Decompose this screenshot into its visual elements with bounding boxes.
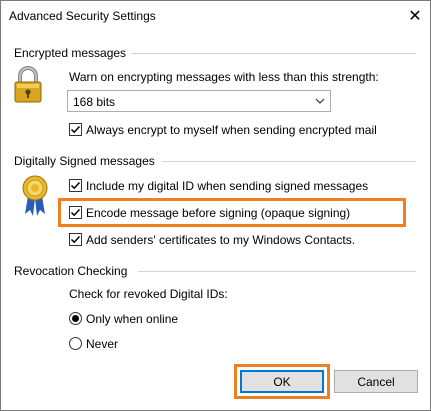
only-when-online-label: Only when online [86, 312, 179, 326]
encryption-strength-select[interactable]: 168 bits [67, 90, 331, 112]
advanced-security-settings-dialog: Advanced Security Settings ✕ Encrypted m… [0, 0, 431, 411]
close-icon[interactable]: ✕ [400, 1, 430, 31]
signed-messages-heading: Digitally Signed messages [14, 154, 155, 168]
radio-selected-dot [72, 315, 79, 322]
chevron-down-icon [315, 98, 325, 104]
warn-strength-label: Warn on encrypting messages with less th… [69, 70, 379, 84]
add-certificates-checkbox[interactable] [69, 233, 82, 246]
cancel-button[interactable]: Cancel [334, 370, 418, 393]
separator [131, 53, 416, 54]
certificate-ribbon-icon [22, 175, 48, 216]
check-icon [70, 125, 81, 134]
check-icon [70, 181, 81, 190]
always-encrypt-label: Always encrypt to myself when sending en… [86, 123, 377, 137]
encode-before-signing-label: Encode message before signing (opaque si… [86, 206, 351, 220]
check-icon [70, 208, 81, 217]
only-when-online-radio[interactable] [69, 312, 82, 325]
include-digital-id-label: Include my digital ID when sending signe… [86, 179, 369, 193]
dialog-title: Advanced Security Settings [9, 9, 156, 23]
encode-before-signing-checkbox[interactable] [69, 206, 82, 219]
never-label: Never [86, 337, 119, 351]
check-icon [70, 235, 81, 244]
ok-button[interactable]: OK [240, 370, 324, 393]
separator [162, 161, 416, 162]
add-certificates-label: Add senders' certificates to my Windows … [86, 233, 356, 247]
separator [138, 271, 416, 272]
always-encrypt-checkbox[interactable] [69, 123, 82, 136]
encrypted-messages-heading: Encrypted messages [14, 46, 127, 60]
padlock-icon [14, 66, 42, 103]
encryption-strength-value: 168 bits [73, 95, 116, 109]
revocation-checking-heading: Revocation Checking [14, 264, 128, 278]
check-revoked-label: Check for revoked Digital IDs: [69, 287, 228, 301]
title-bar: Advanced Security Settings ✕ [1, 1, 430, 32]
include-digital-id-checkbox[interactable] [69, 179, 82, 192]
never-radio[interactable] [69, 337, 82, 350]
